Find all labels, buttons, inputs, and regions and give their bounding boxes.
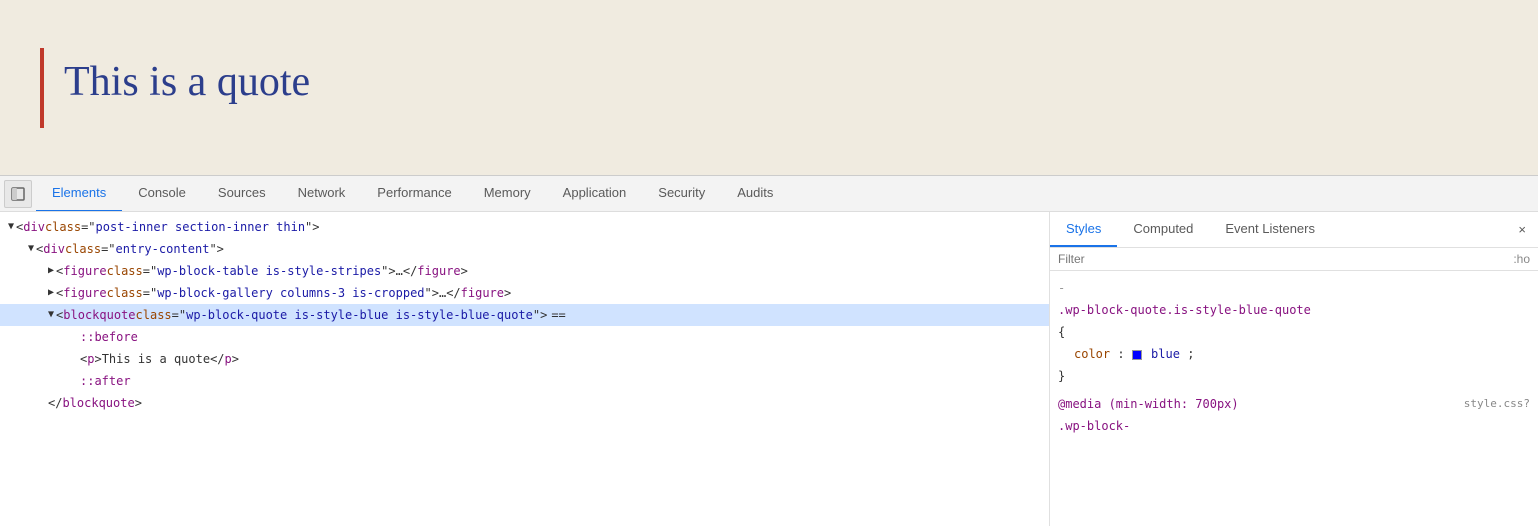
styles-filter-bar: :ho xyxy=(1050,248,1538,271)
dom-line[interactable]: ▼ <div class="post-inner section-inner t… xyxy=(0,216,1049,238)
styles-rule-selector[interactable]: .wp-block-quote.is-style-blue-quote xyxy=(1058,299,1530,321)
triangle-icon[interactable]: ▼ xyxy=(48,305,54,325)
styles-panel: Styles Computed Event Listeners × :ho xyxy=(1050,212,1538,526)
styles-tab-bar: Styles Computed Event Listeners × xyxy=(1050,212,1538,248)
devtools-icon xyxy=(4,180,32,208)
styles-filter-input[interactable] xyxy=(1058,252,1513,266)
styles-open-brace: { xyxy=(1058,321,1530,343)
dom-line[interactable]: ::before xyxy=(0,326,1049,348)
tab-elements[interactable]: Elements xyxy=(36,176,122,212)
tab-application[interactable]: Application xyxy=(547,176,643,212)
quote-text: This is a quote xyxy=(64,48,310,128)
dom-line[interactable]: ▼ <div class="entry-content"> xyxy=(0,238,1049,260)
tab-event-listeners[interactable]: Event Listeners xyxy=(1209,212,1331,247)
styles-dash: - xyxy=(1058,277,1530,299)
triangle-icon[interactable]: ▶ xyxy=(48,261,54,281)
quote-border xyxy=(40,48,44,128)
devtools-tab-bar: Elements Console Sources Network Perform… xyxy=(0,176,1538,212)
tab-audits[interactable]: Audits xyxy=(721,176,789,212)
styles-nested-selector: .wp-block- xyxy=(1058,415,1530,437)
tab-computed[interactable]: Computed xyxy=(1117,212,1209,247)
dom-line[interactable]: ▶ <figure class="wp-block-gallery column… xyxy=(0,282,1049,304)
tab-memory[interactable]: Memory xyxy=(468,176,547,212)
filter-hint: :ho xyxy=(1513,252,1530,266)
devtools-panel: Elements Console Sources Network Perform… xyxy=(0,175,1538,526)
devtools-body: ▼ <div class="post-inner section-inner t… xyxy=(0,212,1538,526)
styles-media-rule: @media (min-width: 700px) style.css? xyxy=(1058,393,1530,415)
styles-close-brace: } xyxy=(1058,365,1530,387)
triangle-icon[interactable]: ▶ xyxy=(48,283,54,303)
dom-line[interactable]: ▶ <figure class="wp-block-table is-style… xyxy=(0,260,1049,282)
triangle-icon[interactable]: ▼ xyxy=(8,217,14,237)
tab-network[interactable]: Network xyxy=(282,176,362,212)
webpage-area: This is a quote xyxy=(0,0,1538,175)
styles-property-color[interactable]: color : blue ; xyxy=(1058,343,1530,365)
dom-line[interactable]: </blockquote> xyxy=(0,392,1049,414)
styles-content: - .wp-block-quote.is-style-blue-quote { … xyxy=(1050,271,1538,443)
blockquote-display: This is a quote xyxy=(40,48,310,128)
tab-styles[interactable]: Styles xyxy=(1050,212,1117,247)
tab-sources[interactable]: Sources xyxy=(202,176,282,212)
dom-line-selected[interactable]: ▼ <blockquote class="wp-block-quote is-s… xyxy=(0,304,1049,326)
color-swatch-blue xyxy=(1132,350,1142,360)
tab-performance[interactable]: Performance xyxy=(361,176,467,212)
tab-security[interactable]: Security xyxy=(642,176,721,212)
tab-console[interactable]: Console xyxy=(122,176,202,212)
close-styles-button[interactable]: × xyxy=(1506,212,1538,247)
dom-panel[interactable]: ▼ <div class="post-inner section-inner t… xyxy=(0,212,1050,526)
dom-line[interactable]: <p>This is a quote </p> xyxy=(0,348,1049,370)
dom-line[interactable]: ::after xyxy=(0,370,1049,392)
triangle-icon[interactable]: ▼ xyxy=(28,239,34,259)
